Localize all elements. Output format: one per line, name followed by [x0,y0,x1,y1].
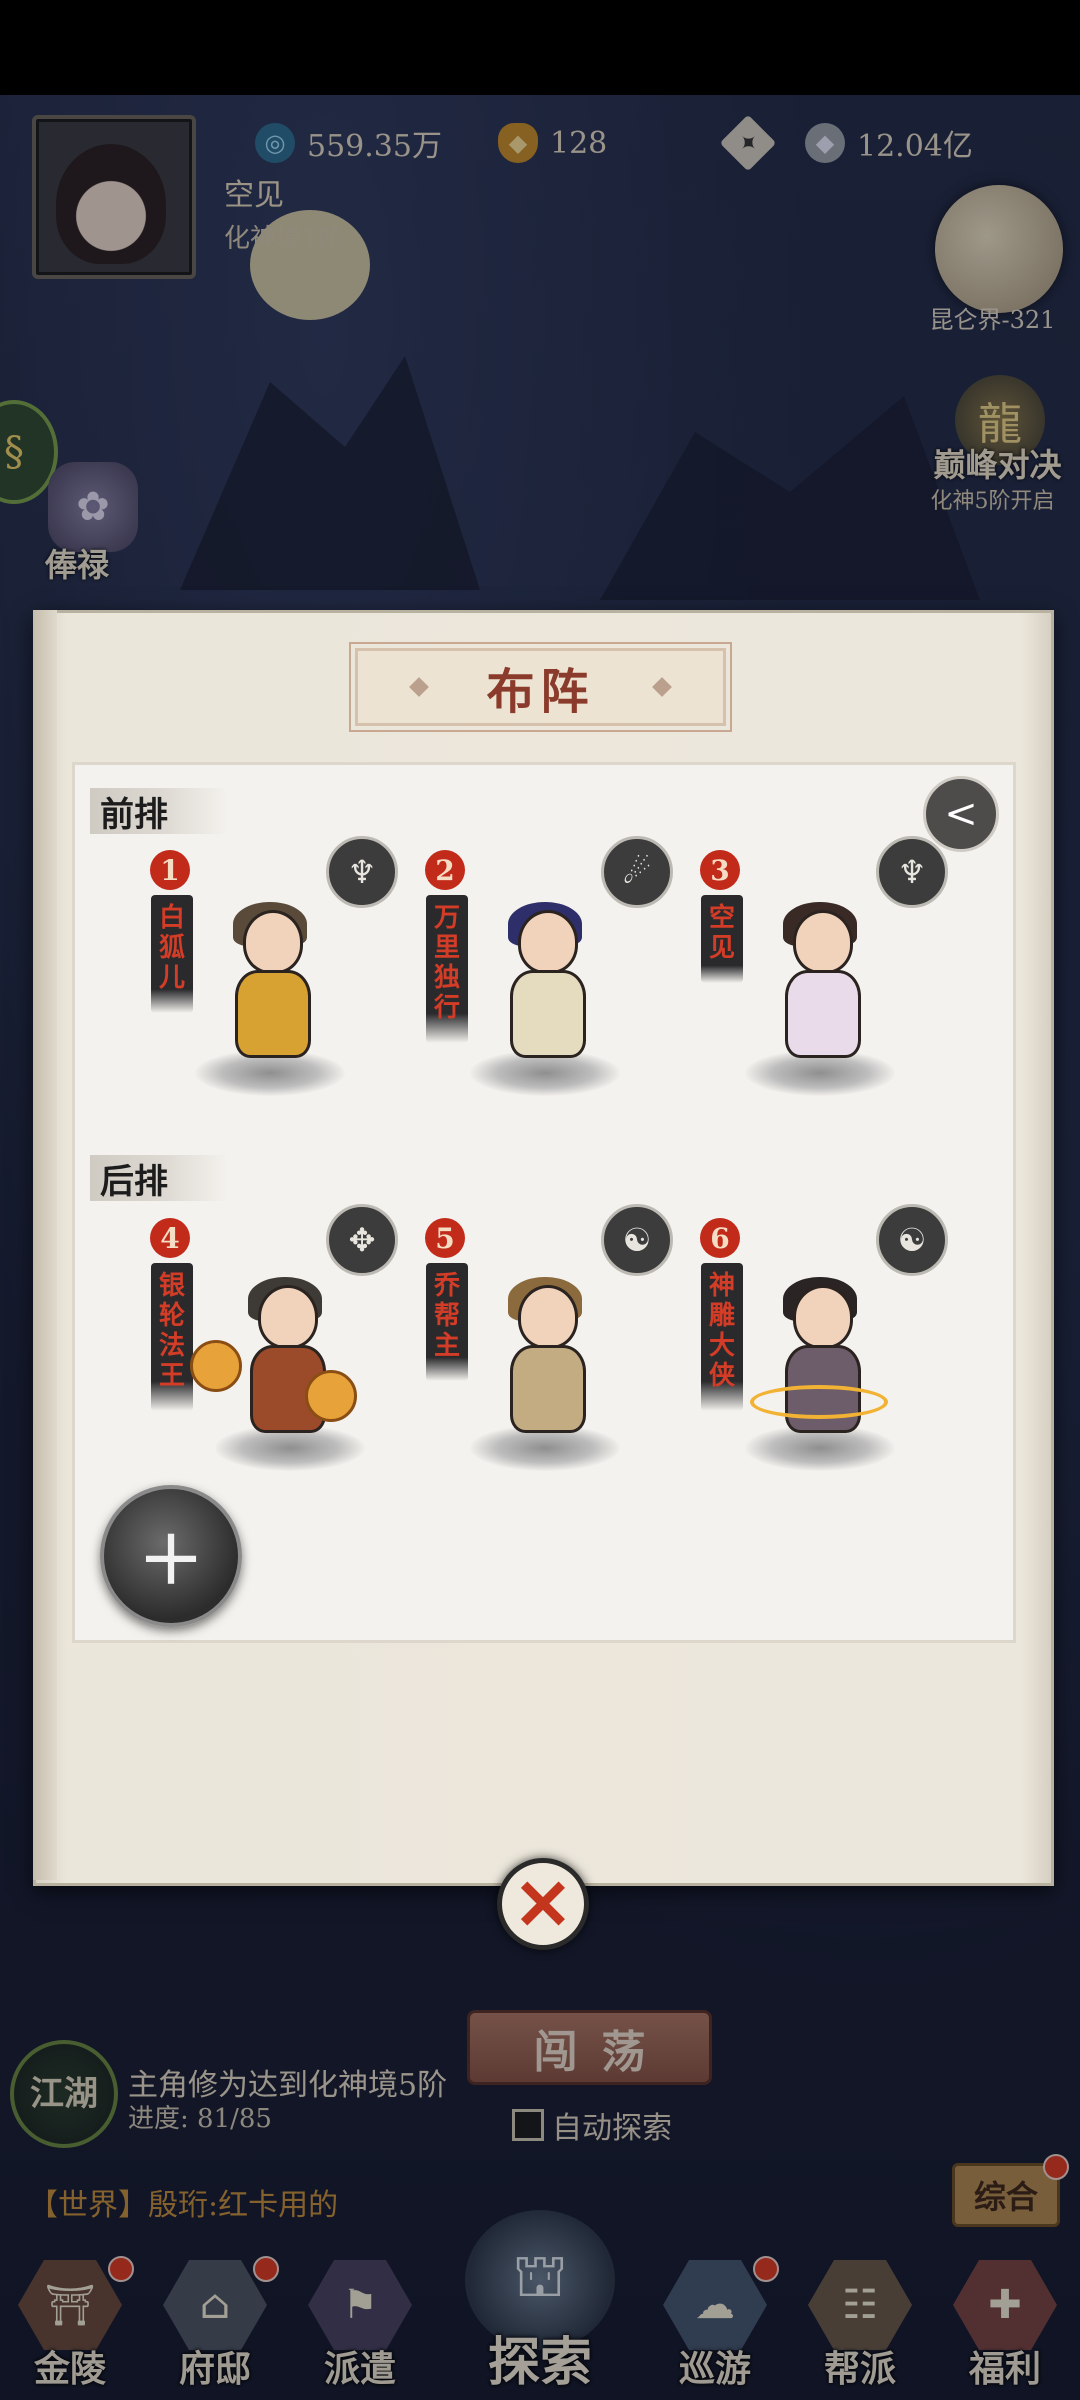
hero-head [793,910,853,974]
hero-head [518,910,578,974]
hero-name: 万里独行 [426,895,468,1043]
hero-name: 乔帮主 [426,1263,468,1381]
hero-body [510,1345,586,1433]
hero-name: 神雕大侠 [701,1263,743,1411]
hero-slot-6[interactable] [765,1277,875,1445]
title-ornament [651,677,672,697]
hero-head [793,1285,853,1349]
golden-wheel-icon [190,1340,242,1392]
hero-slot-5[interactable] [490,1277,600,1445]
trident-emblem-icon[interactable]: ♆ [326,836,398,908]
slot-number: 1 [150,850,190,890]
hero-head [258,1285,318,1349]
status-bar [0,0,1080,95]
hero-slot-3[interactable] [765,902,875,1070]
yinyang-emblem-icon[interactable]: ☯ [601,1204,673,1276]
slot-number: 3 [700,850,740,890]
hero-name: 白狐儿 [151,895,193,1013]
hero-body [235,970,311,1058]
golden-aura-ring [750,1385,888,1419]
wings-emblem-icon[interactable]: ✥ [326,1204,398,1276]
formation-title: 布阵 [486,664,595,720]
add-hero-button[interactable]: + [100,1485,242,1627]
hero-slot-2[interactable] [490,902,600,1070]
golden-wheel-icon [305,1370,357,1422]
slot-number: 5 [425,1218,465,1258]
title-ornament [409,677,430,697]
hero-body [510,970,586,1058]
scroll-edge [33,610,57,1880]
hero-slot-1[interactable] [215,902,325,1070]
hero-head [518,1285,578,1349]
hero-body [785,970,861,1058]
hero-name: 空见 [701,895,743,983]
hero-name: 银轮法王 [151,1263,193,1411]
slot-number: 4 [150,1218,190,1258]
slot-number: 6 [700,1218,740,1258]
hero-head [243,910,303,974]
swirl-emblem-icon[interactable]: ☄ [601,836,673,908]
front-row-label: 前排 [90,788,228,835]
share-icon[interactable]: < [923,776,999,852]
yinyang-emblem-icon[interactable]: ☯ [876,1204,948,1276]
slot-number: 2 [425,850,465,890]
back-row-label: 后排 [90,1155,228,1202]
formation-title-plate: 布阵 [349,642,732,732]
trident-emblem-icon[interactable]: ♆ [876,836,948,908]
close-icon[interactable]: ✕ [497,1858,589,1950]
